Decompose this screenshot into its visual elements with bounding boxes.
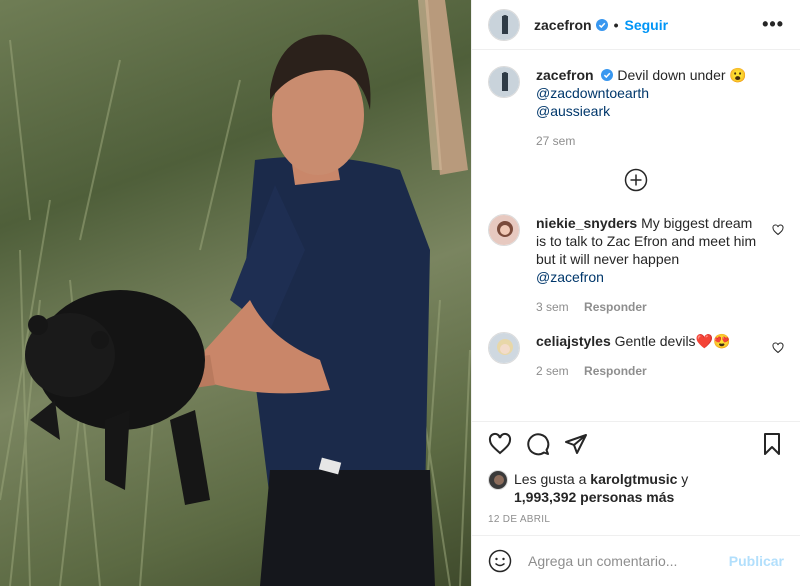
caption-body: Devil down under 😮 [617, 67, 747, 83]
comment-text: niekie_snyders My biggest dream is to ta… [536, 214, 764, 316]
post-photo[interactable] [0, 0, 471, 586]
comment-text: celiajstyles Gentle devils❤️😍 2 sem Resp… [536, 332, 764, 380]
emoji-icon[interactable] [488, 549, 512, 573]
header-separator: • [613, 16, 619, 33]
plus-circle-icon [624, 168, 648, 192]
avatar[interactable] [488, 8, 520, 41]
liker-username[interactable]: karolgtmusic [590, 471, 677, 487]
caption: zacefron Devil down under 😮 @zacdowntoea… [488, 66, 784, 150]
header-username[interactable]: zacefron [534, 17, 592, 33]
post-side-panel: zacefron • Seguir ••• zacefron Devil dow… [471, 0, 800, 586]
likes-count[interactable]: 1,993,392 personas más [514, 489, 674, 505]
comment-time[interactable]: 2 sem [536, 364, 569, 378]
avatar[interactable] [488, 332, 520, 364]
follow-button[interactable]: Seguir [624, 17, 668, 33]
likes-summary: Les gusta a karolgtmusic y 1,993,392 per… [488, 470, 784, 506]
comment-meta: 2 sem Responder [536, 362, 764, 380]
verified-badge-icon [595, 18, 608, 31]
post-photo-illustration [0, 0, 471, 586]
caption-meta: 27 sem [536, 132, 784, 150]
like-heart-icon[interactable] [488, 432, 512, 456]
add-comment-bar: Publicar [472, 535, 800, 586]
avatar[interactable] [488, 214, 520, 246]
more-options-button[interactable]: ••• [762, 14, 784, 35]
like-comment-heart-icon[interactable] [772, 342, 784, 354]
caption-time[interactable]: 27 sem [536, 134, 575, 148]
comment-item: celiajstyles Gentle devils❤️😍 2 sem Resp… [488, 332, 784, 380]
bookmark-icon[interactable] [760, 432, 784, 456]
comment-bubble-icon[interactable] [526, 432, 550, 456]
mention-link[interactable]: @aussieark [536, 103, 610, 119]
comment-item: niekie_snyders My biggest dream is to ta… [488, 214, 784, 316]
comment-time[interactable]: 3 sem [536, 300, 569, 314]
comment-username[interactable]: celiajstyles [536, 333, 611, 349]
like-comment-heart-icon[interactable] [772, 224, 784, 236]
action-icons [488, 432, 784, 456]
liker-avatar[interactable] [488, 470, 508, 490]
mention-link[interactable]: @zacdowntoearth [536, 85, 649, 101]
avatar[interactable] [488, 66, 520, 98]
comment-meta: 3 sem Responder [536, 298, 764, 316]
reply-button[interactable]: Responder [584, 300, 647, 314]
post-date[interactable]: 12 DE ABRIL [488, 514, 784, 525]
comment-body: Gentle devils❤️😍 [614, 333, 731, 349]
caption-username[interactable]: zacefron [536, 67, 594, 83]
likes-text: Les gusta a karolgtmusic y 1,993,392 per… [514, 470, 688, 506]
post-actions: Les gusta a karolgtmusic y 1,993,392 per… [472, 421, 800, 535]
caption-text: zacefron Devil down under 😮 @zacdowntoea… [536, 66, 784, 150]
post-header: zacefron • Seguir ••• [472, 0, 800, 50]
reply-button[interactable]: Responder [584, 364, 647, 378]
load-more-comments-button[interactable] [488, 168, 784, 192]
verified-badge-icon [601, 69, 614, 81]
mention-link[interactable]: @zacefron [536, 269, 604, 285]
comment-username[interactable]: niekie_snyders [536, 215, 637, 231]
comment-input[interactable] [528, 553, 729, 569]
comments-section[interactable]: zacefron Devil down under 😮 @zacdowntoea… [472, 50, 800, 421]
likes-prefix: Les gusta a [514, 471, 591, 487]
publish-button[interactable]: Publicar [729, 553, 784, 569]
likes-suffix: y [677, 471, 689, 487]
share-send-icon[interactable] [564, 432, 588, 456]
